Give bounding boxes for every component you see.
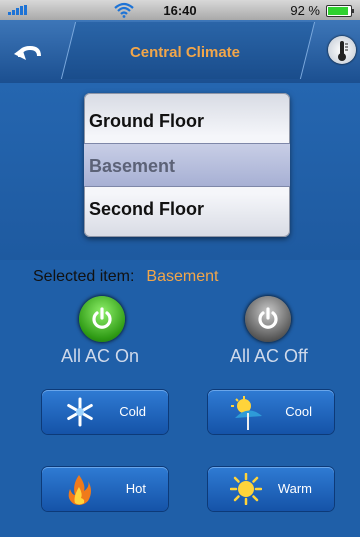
- nav-bar: Central Climate: [0, 20, 360, 83]
- battery-percent: 92 %: [290, 3, 320, 18]
- cold-label: Cold: [119, 404, 146, 419]
- picker-row[interactable]: Second Floor: [84, 187, 290, 231]
- flame-icon: [68, 475, 91, 505]
- power-icon: [258, 307, 278, 329]
- status-bar: 16:40 92 %: [0, 0, 360, 20]
- snowflake-icon: [67, 397, 93, 427]
- power-icon: [92, 307, 112, 329]
- back-icon[interactable]: [12, 42, 48, 68]
- all-ac-on-label: All AC On: [61, 346, 140, 366]
- hot-label: Hot: [125, 481, 146, 496]
- cold-button[interactable]: Cold: [42, 390, 168, 434]
- picker-row[interactable]: Ground Floor: [84, 99, 290, 143]
- hot-button[interactable]: Hot: [42, 467, 168, 511]
- page-title: Central Climate: [129, 44, 241, 61]
- sun-umbrella-icon: [231, 396, 262, 430]
- floor-picker[interactable]: Ground Floor Basement Second Floor: [84, 93, 290, 237]
- selected-item-line: Selected item: Basement: [33, 268, 218, 286]
- thermometer-button[interactable]: [328, 36, 356, 64]
- all-ac-on-button[interactable]: [79, 296, 125, 342]
- cool-button[interactable]: Cool: [208, 390, 334, 434]
- selected-item-label: Selected item:: [33, 268, 135, 285]
- all-ac-off-label: All AC Off: [230, 346, 308, 366]
- battery-icon: [326, 5, 354, 17]
- all-ac-off-button[interactable]: [245, 296, 291, 342]
- warm-button[interactable]: Warm: [208, 467, 334, 511]
- warm-label: Warm: [277, 481, 312, 496]
- picker-row-selected[interactable]: Basement: [84, 143, 290, 187]
- picker-area: Ground Floor Basement Second Floor: [0, 83, 360, 260]
- cool-label: Cool: [285, 404, 312, 419]
- thermometer-icon: [338, 41, 348, 61]
- selected-item-value: Basement: [146, 268, 219, 285]
- sun-icon: [230, 473, 262, 505]
